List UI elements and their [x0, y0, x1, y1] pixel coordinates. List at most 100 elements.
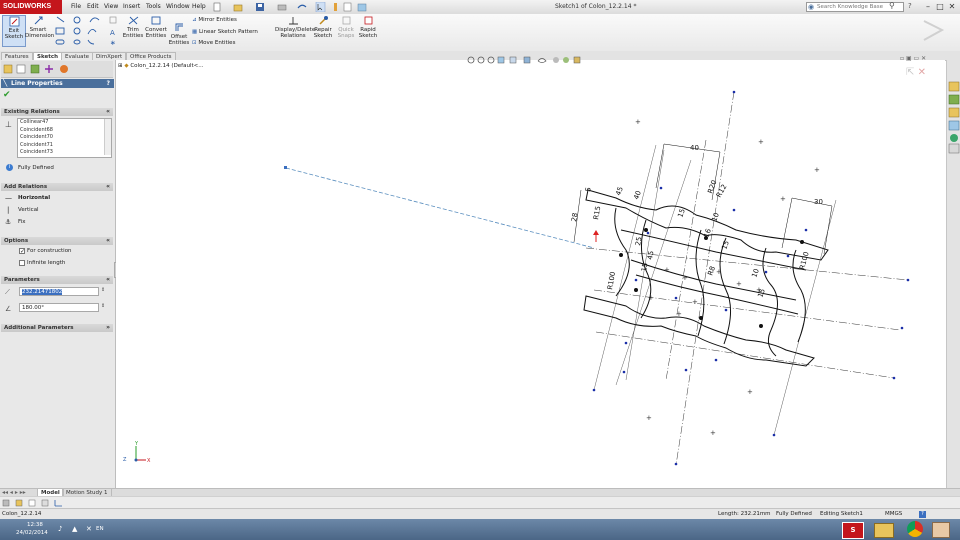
- minimize-button[interactable]: –: [922, 2, 934, 12]
- existing-relations-list[interactable]: Collinear47 Coincident68 Coincident70 Co…: [17, 118, 112, 158]
- line-endpoint[interactable]: [284, 166, 287, 169]
- clock-time[interactable]: 12:38: [27, 522, 43, 528]
- rapid-sketch-button[interactable]: Rapid Sketch: [357, 15, 379, 45]
- polygon-tool-icon[interactable]: [73, 27, 81, 35]
- language-indicator[interactable]: EN: [96, 526, 104, 532]
- network-icon[interactable]: ▲: [72, 525, 77, 533]
- selected-construction-line[interactable]: [285, 167, 595, 249]
- design-library-icon[interactable]: [948, 94, 960, 105]
- solidworks-taskbar-icon[interactable]: S: [842, 522, 864, 539]
- additional-parameters-header[interactable]: Additional Parameters »: [1, 324, 113, 332]
- menu-help[interactable]: Help: [192, 3, 206, 10]
- file-explorer-icon[interactable]: [948, 107, 960, 118]
- exit-sketch-button[interactable]: Exit Sketch: [2, 15, 26, 47]
- select-icon[interactable]: [315, 1, 326, 13]
- open-folder-icon[interactable]: [233, 4, 243, 12]
- angle-input[interactable]: 180.00°: [19, 303, 99, 312]
- length-input[interactable]: 232.21471802: [19, 287, 99, 296]
- graphics-area[interactable]: ⊞ ◆ Colon_12.2.14 (Default<... ▫ ▣ ▭ ✕ ⇱…: [116, 55, 945, 488]
- spline-tool-icon[interactable]: [87, 29, 97, 35]
- sketch-drawing[interactable]: +++ +++ ++ + +++ +++ 40 30 28 R15 R100 R1…: [116, 60, 945, 488]
- rebuild-icon[interactable]: [334, 3, 337, 11]
- convert-entities-button[interactable]: Convert Entities: [144, 15, 168, 45]
- clock-date[interactable]: 24/02/2014: [16, 530, 48, 536]
- file-explorer-taskbar-icon[interactable]: [874, 523, 894, 538]
- menu-view[interactable]: View: [104, 3, 118, 10]
- rectangle-tool-icon[interactable]: [55, 27, 65, 35]
- point-tool-icon[interactable]: ∗: [110, 39, 116, 47]
- sketch-profile[interactable]: [583, 189, 829, 367]
- ellipse-tool-icon[interactable]: [73, 39, 81, 45]
- menu-file[interactable]: File: [71, 3, 81, 10]
- menu-tools[interactable]: Tools: [146, 3, 161, 10]
- move-entities-button[interactable]: ⊡ Move Entities: [192, 40, 235, 46]
- parameters-header[interactable]: Parameters «: [1, 276, 113, 284]
- custom-properties-icon[interactable]: [948, 143, 960, 154]
- circle-tool-icon[interactable]: [73, 16, 81, 24]
- table-icon[interactable]: [28, 499, 36, 507]
- display-delete-relations-button[interactable]: Display/Delete Relations: [275, 15, 315, 45]
- file-properties-icon[interactable]: [343, 2, 352, 12]
- menu-insert[interactable]: Insert: [123, 3, 140, 10]
- add-relations-header[interactable]: Add Relations «: [1, 183, 113, 191]
- sketch-points[interactable]: [592, 90, 910, 466]
- print-icon[interactable]: [277, 4, 287, 11]
- add-relation-vertical[interactable]: | Vertical: [2, 206, 112, 216]
- volume-icon[interactable]: ♪: [58, 525, 62, 533]
- maximize-button[interactable]: □: [934, 2, 946, 12]
- appearances-icon[interactable]: [950, 134, 958, 142]
- smart-dimension-button[interactable]: Smart Dimension: [25, 15, 54, 45]
- fillet-tool-icon[interactable]: [87, 39, 95, 45]
- action-center-icon[interactable]: ✕: [86, 525, 92, 533]
- display-manager-tab-icon[interactable]: [60, 65, 68, 73]
- status-help-button[interactable]: ?: [919, 511, 926, 518]
- text-tool-icon[interactable]: A: [110, 29, 115, 37]
- model-icon[interactable]: [15, 499, 23, 507]
- list-item[interactable]: Coincident71: [18, 142, 111, 150]
- offset-entities-button[interactable]: Offset Entities: [168, 22, 190, 50]
- new-file-icon[interactable]: [213, 2, 221, 12]
- repair-sketch-button[interactable]: Repair Sketch: [312, 15, 334, 45]
- list-item[interactable]: Coincident70: [18, 134, 111, 142]
- chrome-taskbar-icon[interactable]: [907, 521, 923, 537]
- for-construction-checkbox[interactable]: ✓: [19, 248, 25, 255]
- undo-icon[interactable]: [297, 4, 307, 9]
- grid-icon[interactable]: [41, 499, 49, 507]
- linear-sketch-pattern-button[interactable]: ▦ Linear Sketch Pattern: [192, 29, 258, 35]
- slot-tool-icon[interactable]: [55, 39, 65, 45]
- length-spinner[interactable]: ⇕: [101, 287, 105, 293]
- ok-checkmark-icon[interactable]: ✔: [3, 90, 11, 100]
- feature-manager-tab-icon[interactable]: [3, 64, 13, 74]
- paint-taskbar-icon[interactable]: [932, 522, 950, 538]
- options-icon[interactable]: [357, 3, 367, 12]
- list-item[interactable]: Coincident73: [18, 149, 111, 157]
- solidworks-logo[interactable]: SOLIDWORKS: [0, 0, 62, 14]
- add-relation-horizontal[interactable]: — Horizontal: [2, 194, 112, 204]
- view-palette-icon[interactable]: [948, 120, 960, 131]
- list-scrollbar[interactable]: [104, 119, 111, 155]
- existing-relations-header[interactable]: Existing Relations «: [1, 108, 113, 116]
- help-icon[interactable]: ?: [908, 2, 912, 10]
- quick-snaps-button[interactable]: Quick Snaps: [335, 15, 357, 45]
- timeline-icon[interactable]: [54, 500, 62, 507]
- search-icon[interactable]: ⚲: [889, 1, 895, 10]
- add-relation-fix[interactable]: ⚓ Fix: [2, 218, 112, 228]
- menu-edit[interactable]: Edit: [87, 3, 99, 10]
- configuration-manager-tab-icon[interactable]: [30, 64, 40, 74]
- trim-entities-button[interactable]: Trim Entities: [122, 15, 144, 45]
- infinite-length-checkbox[interactable]: [19, 260, 25, 266]
- angle-spinner[interactable]: ⇕: [101, 303, 105, 309]
- save-icon[interactable]: [256, 3, 264, 11]
- options-icon[interactable]: [2, 499, 10, 507]
- options-header[interactable]: Options «: [1, 237, 113, 245]
- list-item[interactable]: Coincident68: [18, 127, 111, 135]
- property-manager-tab-icon[interactable]: [16, 64, 26, 74]
- menu-window[interactable]: Window: [166, 3, 190, 10]
- tab-scroll-arrows[interactable]: ◂◂ ◂ ▸ ▸▸: [2, 489, 26, 496]
- close-button[interactable]: ✕: [946, 2, 958, 12]
- list-item[interactable]: Collinear47: [18, 119, 111, 127]
- help-button[interactable]: ?: [107, 79, 110, 88]
- solidworks-resources-icon[interactable]: [948, 81, 960, 92]
- line-tool-icon[interactable]: [56, 16, 65, 23]
- construction-geometry-icon[interactable]: [109, 16, 117, 24]
